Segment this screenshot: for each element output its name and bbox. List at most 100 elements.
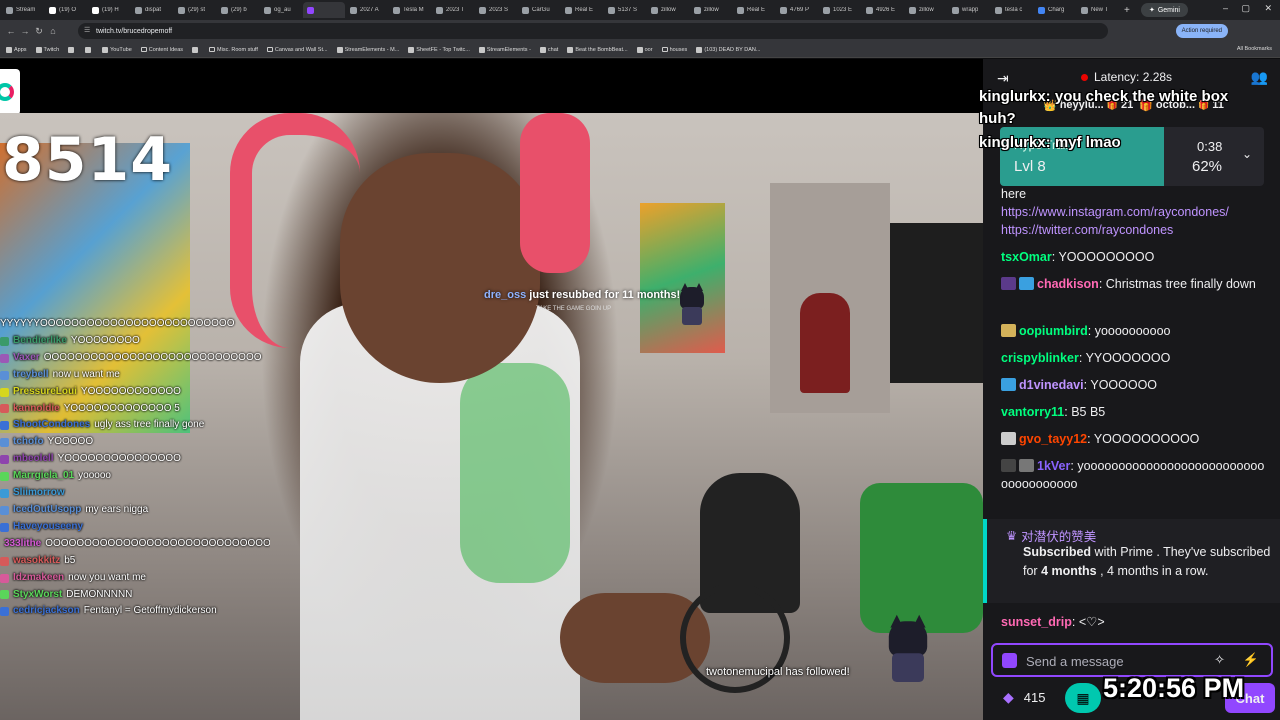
chat-username[interactable]: tsxOmar <box>1001 250 1052 264</box>
reload-icon[interactable]: ↻ <box>32 26 46 37</box>
site-info-icon[interactable]: ☰ <box>84 26 90 34</box>
gemini-button[interactable]: ✦ Gemini <box>1140 3 1188 17</box>
browser-tab[interactable]: zillow <box>647 2 689 18</box>
browser-tab[interactable]: Stream <box>2 2 44 18</box>
browser-tab[interactable]: 2023 T <box>432 2 474 18</box>
action-required-button[interactable]: Action required <box>1175 24 1228 38</box>
chat-username[interactable]: crispyblinker <box>1001 351 1079 365</box>
bookmark-item[interactable]: Canvas and Wall St... <box>266 47 328 53</box>
browser-tab[interactable]: 4769 P <box>776 2 818 18</box>
browser-tab[interactable]: (29) b <box>217 2 259 18</box>
joker-painting <box>640 203 725 353</box>
extension-icon[interactable]: ⚡ <box>1243 652 1259 668</box>
bookmark-item[interactable]: Misc. Room stuff <box>209 47 258 53</box>
back-icon[interactable]: ← <box>4 26 18 36</box>
clock-overlay: 5:20:56 PM <box>1103 673 1245 703</box>
chat-username[interactable]: d1vinedavi <box>1019 378 1084 392</box>
browser-tab[interactable]: CarGu <box>518 2 560 18</box>
bookmark-item[interactable]: Content Ideas <box>140 47 183 53</box>
sub-notice: ♛ 对潜伏的赞美 Subscribed with Prime . They've … <box>983 519 1280 603</box>
overlay-chat-line: Vaxer OOOOOOOOOOOOOOOOOOOOOOOOOOOO <box>0 350 270 367</box>
overlay-chat-text: yooooo <box>78 470 111 482</box>
browser-tab[interactable]: Real E <box>733 2 775 18</box>
chat-username[interactable]: oopiumbird <box>1019 324 1088 338</box>
bookmark-item[interactable]: Twitch <box>35 46 59 53</box>
badge-icon <box>0 387 9 397</box>
overlay-chat-text: YOOOOO <box>47 436 94 448</box>
chat-username[interactable]: vantorry11 <box>1001 405 1064 419</box>
emote-icon[interactable] <box>1002 653 1017 668</box>
browser-tab[interactable]: (19) H <box>88 2 130 18</box>
bookmark-item[interactable]: StreamElements - M... <box>336 46 399 53</box>
chat-input[interactable]: Send a message ✧ ⚡ <box>991 643 1273 677</box>
maximize-button[interactable]: ▢ <box>1241 3 1250 14</box>
overlay-chat-line: kannoldie YOOOOOOOOOOOOO 5 <box>0 401 270 418</box>
effects-icon[interactable]: ✧ <box>1214 652 1225 668</box>
chat-link[interactable]: https://www.instagram.com/raycondones/ <box>1001 205 1229 219</box>
video-player[interactable]: dre_oss just resubbed for 11 months! TAK… <box>0 59 983 720</box>
overlay-chat-line: mbeolell YOOOOOOOOOOOOOOO <box>0 451 270 468</box>
browser-tab[interactable]: (19) O <box>45 2 87 18</box>
chat-username[interactable]: sunset_drip <box>1001 615 1072 629</box>
chat-text: <♡> <box>1078 615 1105 629</box>
url-input[interactable]: ☰ twitch.tv/brucedropemoff <box>78 23 1108 39</box>
bookmark-item[interactable]: houses <box>661 47 687 53</box>
bookmark-item[interactable] <box>68 46 76 53</box>
chevron-down-icon[interactable]: ⌄ <box>1242 147 1252 161</box>
home-icon[interactable]: ⌂ <box>46 26 60 36</box>
browser-tab[interactable]: Real E <box>561 2 603 18</box>
browser-tab[interactable]: New T <box>1077 2 1119 18</box>
bookmark-label: StreamElements - <box>486 46 531 53</box>
chat-link[interactable]: https://twitter.com/raycondones <box>1001 223 1173 237</box>
bookmark-item[interactable]: YouTube <box>102 46 132 53</box>
bookmark-item[interactable] <box>192 46 200 53</box>
browser-tab[interactable]: 5137 S <box>604 2 646 18</box>
bookmark-item[interactable]: Beat the BombBeat... <box>567 46 628 53</box>
browser-tab[interactable]: dispat <box>131 2 173 18</box>
hype-train-percent: 62% <box>1192 158 1223 175</box>
browser-tab[interactable]: tesla c <box>991 2 1033 18</box>
tab-label: tesla c <box>1005 7 1023 13</box>
new-tab-icon[interactable]: + <box>1124 5 1130 16</box>
collapse-chat-icon[interactable]: ⇥ <box>997 70 1009 87</box>
prediction-button[interactable]: ▦ <box>1065 683 1101 713</box>
bookmark-item[interactable]: StreamElements - <box>478 46 531 53</box>
chat-username[interactable]: chadkison <box>1037 277 1099 291</box>
bookmark-icon <box>696 46 703 53</box>
chat-username[interactable]: gvo_tayy12 <box>1019 432 1087 446</box>
browser-tab[interactable] <box>303 2 345 18</box>
close-window-button[interactable]: ✕ <box>1264 3 1272 14</box>
browser-tab[interactable]: zillow <box>905 2 947 18</box>
batman-sticker-bottom <box>884 614 932 685</box>
browser-tab[interactable]: wrapp <box>948 2 990 18</box>
browser-tab[interactable]: 1023 E <box>819 2 861 18</box>
overlay-chat: YYYYYYOOOOOOOOOOOOOOOOOOOOOOOOO Bendierli… <box>0 316 270 620</box>
channel-points[interactable]: ◆ 415 <box>1003 689 1045 706</box>
browser-tab[interactable]: 2023 S <box>475 2 517 18</box>
chat-text: YOOOOOOOOOO <box>1093 432 1200 446</box>
tab-favicon-icon <box>307 6 314 14</box>
address-bar-row: ← → ↻ ⌂ ☰ twitch.tv/brucedropemoff Actio… <box>0 20 1280 42</box>
forward-icon[interactable]: → <box>18 26 32 36</box>
chat-username[interactable]: 1kVer <box>1037 459 1070 473</box>
community-icon[interactable]: 👥 <box>1251 69 1268 86</box>
browser-tab[interactable]: 2027 A <box>346 2 388 18</box>
browser-tab[interactable]: (29) st <box>174 2 216 18</box>
chat-message: gvo_tayy12: YOOOOOOOOOO <box>1001 430 1269 448</box>
browser-tab[interactable]: zillow <box>690 2 732 18</box>
bookmark-item[interactable]: SheetFE - Top Twitc... <box>408 46 470 53</box>
bookmark-item[interactable] <box>85 46 93 53</box>
badge-icon <box>0 556 9 566</box>
bookmark-item[interactable]: Apps <box>6 46 27 53</box>
all-bookmarks-button[interactable]: All Bookmarks <box>1237 46 1272 52</box>
overlay-chat-line: Haveyouseeny <box>0 519 270 536</box>
browser-tab[interactable]: og_au <box>260 2 302 18</box>
browser-tab[interactable]: Tesla M <box>389 2 431 18</box>
minimize-button[interactable]: – <box>1223 3 1228 13</box>
bookmark-icon <box>336 46 343 53</box>
bookmark-item[interactable]: chat <box>539 46 558 53</box>
bookmark-item[interactable]: oor <box>636 46 653 53</box>
bookmark-item[interactable]: (103) DEAD BY DAN... <box>696 46 760 53</box>
browser-tab[interactable]: Charg <box>1034 2 1076 18</box>
browser-tab[interactable]: 4926 E <box>862 2 904 18</box>
